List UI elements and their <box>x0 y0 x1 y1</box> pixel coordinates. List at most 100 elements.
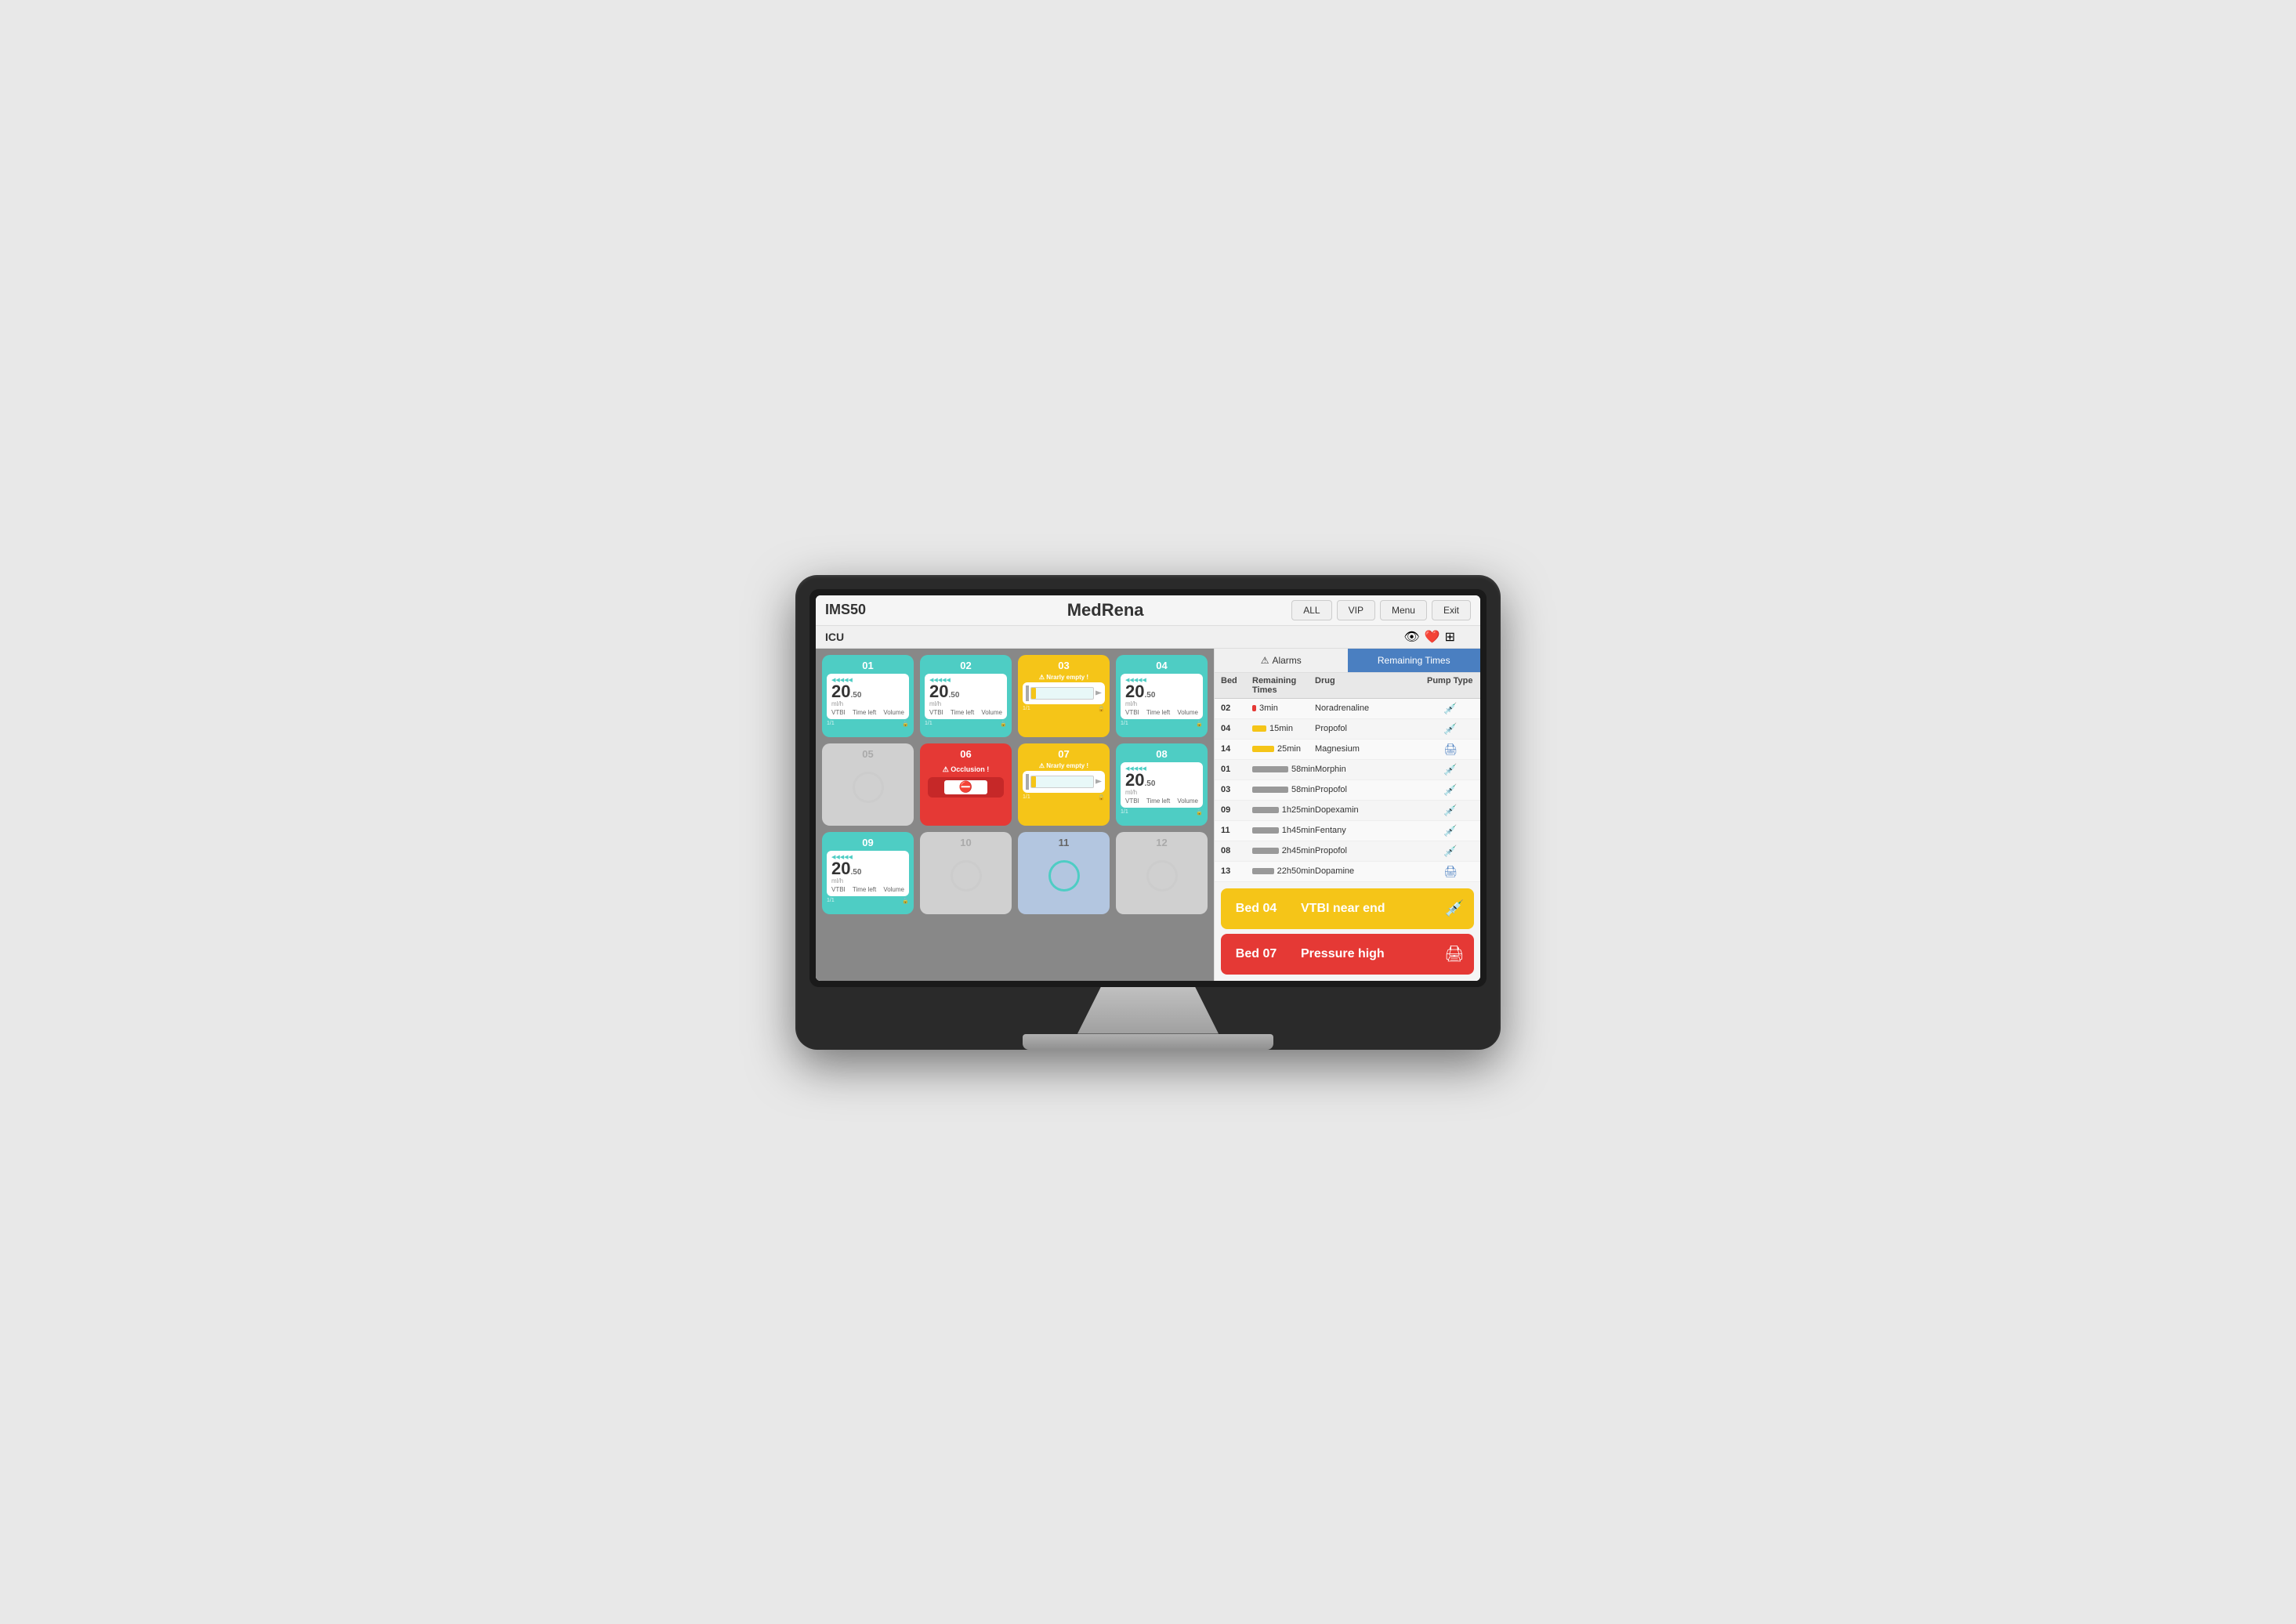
empty-indicator-05 <box>827 762 909 813</box>
alert-icon-04: 💉 <box>1435 888 1474 929</box>
bed-number-02: 02 <box>925 660 1007 671</box>
ward-label: ICU <box>825 631 1403 643</box>
bed-card-09[interactable]: 09 ◀◀◀◀◀ 20.50 ml/h VTBI Time left Volum… <box>822 832 914 914</box>
app-header: IMS50 MedRena ALL VIP Menu Exit <box>816 595 1480 626</box>
alarms-tab[interactable]: ⚠ Alarms <box>1215 649 1348 672</box>
bed-card-11[interactable]: 11 <box>1018 832 1110 914</box>
nearly-empty-label-03: ⚠ Nrarly empty ! <box>1023 674 1105 681</box>
bed-footer-09: 1/1 🔒 <box>827 898 909 904</box>
bed-footer-02: 1/1 🔒 <box>925 721 1007 727</box>
bed-card-03[interactable]: 03 ⚠ Nrarly empty ! <box>1018 655 1110 737</box>
exit-button[interactable]: Exit <box>1432 600 1471 620</box>
table-row[interactable]: 11 1h45min Fentany 💉 <box>1215 821 1480 841</box>
table-row[interactable]: 13 22h50min Dopamine 🖨 <box>1215 862 1480 882</box>
pump-display-04: ◀◀◀◀◀ 20.50 ml/h VTBI Time left Volume <box>1121 674 1203 719</box>
plunger-03 <box>1026 685 1029 701</box>
remaining-times-tab[interactable]: Remaining Times <box>1348 649 1481 672</box>
bed-card-06[interactable]: 06 ⚠ Occlusion ! ⛔ <box>920 743 1012 826</box>
pump-visual-03 <box>1023 682 1105 704</box>
col-drug: Drug <box>1315 676 1427 695</box>
time-left-08: Time left <box>1146 798 1170 805</box>
pump-unit-09: ml/h <box>831 877 904 884</box>
col-bed: Bed <box>1221 676 1252 695</box>
alert-card-bed04[interactable]: Bed 04 VTBI near end 💉 <box>1221 888 1474 929</box>
col-pump: Pump Type <box>1427 676 1474 695</box>
empty-indicator-10 <box>925 851 1007 902</box>
table-row[interactable]: 14 25min Magnesium 🖨 <box>1215 740 1480 760</box>
bed-number-01: 01 <box>827 660 909 671</box>
empty-circle-05 <box>853 772 884 803</box>
bed-grid-area: 01 ◀◀◀◀◀ 20.50 ml/h VTBI Time left Volum… <box>816 649 1214 981</box>
barrel-03 <box>1030 687 1094 700</box>
nearly-empty-label-07: ⚠ Nrarly empty ! <box>1023 762 1105 769</box>
table-row[interactable]: 08 2h45min Propofol 💉 <box>1215 841 1480 862</box>
vtbi-08: VTBI <box>1125 798 1139 805</box>
pump-info-02: VTBI Time left Volume <box>929 709 1002 716</box>
empty-indicator-11 <box>1023 851 1105 902</box>
heart-icon[interactable]: ❤️ <box>1425 629 1440 645</box>
monitor: IMS50 MedRena ALL VIP Menu Exit ICU 👁 ❤️… <box>795 575 1501 1050</box>
empty-indicator-12 <box>1121 851 1203 902</box>
occlusion-display-06: ⚠ Occlusion ! ⛔ <box>925 762 1007 801</box>
bed-number-11: 11 <box>1023 837 1105 848</box>
table-row[interactable]: 09 1h25min Dopexamin 💉 <box>1215 801 1480 821</box>
ward-icons: 👁 ❤️ ⊞ <box>1403 629 1455 645</box>
alert-bed-07: Bed 07 <box>1221 934 1291 975</box>
pump-rate-01: 20.50 <box>831 683 904 700</box>
bed-card-04[interactable]: 04 ◀◀◀◀◀ 20.50 ml/h VTBI Time left Volum… <box>1116 655 1208 737</box>
table-header: Bed Remaining Times Drug Pump Type <box>1215 673 1480 699</box>
occlusion-visual-06: ⛔ <box>928 777 1004 798</box>
pump-info-09: VTBI Time left Volume <box>831 886 904 893</box>
volume-02: Volume <box>981 709 1002 716</box>
barrel-07 <box>1030 776 1094 788</box>
time-left-09: Time left <box>853 886 876 893</box>
pump-unit-02: ml/h <box>929 700 1002 707</box>
bed-footer-01: 1/1 🔒 <box>827 721 909 727</box>
col-time: Remaining Times <box>1252 676 1315 695</box>
empty-circle-10 <box>951 860 982 892</box>
pump-info-01: VTBI Time left Volume <box>831 709 904 716</box>
eye-icon[interactable]: 👁 <box>1403 629 1419 645</box>
pump-display-01: ◀◀◀◀◀ 20.50 ml/h VTBI Time left Volume <box>827 674 909 719</box>
alarms-tab-label: Alarms <box>1272 655 1301 666</box>
table-row[interactable]: 01 58min Morphin 💉 <box>1215 760 1480 780</box>
grid-icon[interactable]: ⊞ <box>1445 629 1455 645</box>
alert-card-bed07[interactable]: Bed 07 Pressure high 🖨 <box>1221 934 1474 975</box>
sub-header: ICU 👁 ❤️ ⊞ <box>816 626 1480 649</box>
remaining-times-table: Bed Remaining Times Drug Pump Type 02 3m… <box>1215 673 1480 882</box>
bed-number-04: 04 <box>1121 660 1203 671</box>
screen-bezel: IMS50 MedRena ALL VIP Menu Exit ICU 👁 ❤️… <box>809 589 1487 987</box>
pump-unit-08: ml/h <box>1125 789 1198 796</box>
bed-number-12: 12 <box>1121 837 1203 848</box>
alert-message-04: VTBI near end <box>1291 888 1435 929</box>
main-content: 01 ◀◀◀◀◀ 20.50 ml/h VTBI Time left Volum… <box>816 649 1480 981</box>
bed-card-05[interactable]: 05 <box>822 743 914 826</box>
bed-footer-07: 1/1 🔒 <box>1023 794 1105 801</box>
bed-card-12[interactable]: 12 <box>1116 832 1208 914</box>
occlusion-label-06: ⚠ Occlusion ! <box>943 765 990 774</box>
time-left-label-01: Time left <box>853 709 876 716</box>
right-panel: ⚠ Alarms Remaining Times Bed Remaining T… <box>1214 649 1480 981</box>
fill-07 <box>1031 776 1036 787</box>
all-button[interactable]: ALL <box>1291 600 1331 620</box>
vtbi-label-01: VTBI <box>831 709 846 716</box>
vip-button[interactable]: VIP <box>1337 600 1375 620</box>
menu-button[interactable]: Menu <box>1380 600 1427 620</box>
bed-card-02[interactable]: 02 ◀◀◀◀◀ 20.50 ml/h VTBI Time left Volum… <box>920 655 1012 737</box>
table-row[interactable]: 03 58min Propofol 💉 <box>1215 780 1480 801</box>
alert-message-07: Pressure high <box>1291 934 1435 975</box>
pump-display-02: ◀◀◀◀◀ 20.50 ml/h VTBI Time left Volume <box>925 674 1007 719</box>
vtbi-09: VTBI <box>831 886 846 893</box>
table-row[interactable]: 04 15min Propofol 💉 <box>1215 719 1480 740</box>
pump-visual-07 <box>1023 771 1105 793</box>
bed-card-08[interactable]: 08 ◀◀◀◀◀ 20.50 ml/h VTBI Time left Volum… <box>1116 743 1208 826</box>
bed-number-03: 03 <box>1023 660 1105 671</box>
bed-card-01[interactable]: 01 ◀◀◀◀◀ 20.50 ml/h VTBI Time left Volum… <box>822 655 914 737</box>
bed-card-10[interactable]: 10 <box>920 832 1012 914</box>
screen: IMS50 MedRena ALL VIP Menu Exit ICU 👁 ❤️… <box>816 595 1480 981</box>
plunger-07 <box>1026 774 1029 790</box>
alert-cards: Bed 04 VTBI near end 💉 Bed 07 Pressure h… <box>1215 882 1480 981</box>
table-row[interactable]: 02 3min Noradrenaline 💉 <box>1215 699 1480 719</box>
volume-04: Volume <box>1177 709 1198 716</box>
bed-card-07[interactable]: 07 ⚠ Nrarly empty ! <box>1018 743 1110 826</box>
